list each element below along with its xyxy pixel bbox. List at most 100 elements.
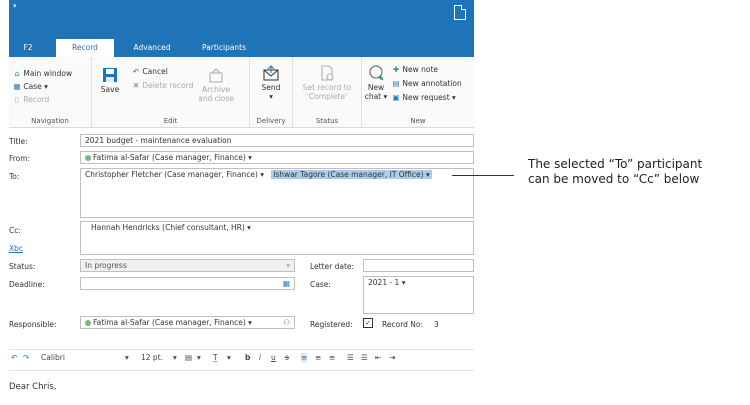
- new-chat-button[interactable]: New chat ▾: [364, 65, 388, 101]
- deadline-label: Deadline:: [9, 280, 45, 289]
- redo-icon[interactable]: ↷: [23, 353, 29, 362]
- font-dropdown-icon[interactable]: ▾: [125, 353, 129, 362]
- send-icon: [263, 65, 279, 81]
- font-size-select[interactable]: 12 pt.: [141, 353, 163, 362]
- new-annotation-button[interactable]: ▤ New annotation: [392, 79, 461, 88]
- title-field[interactable]: 2021 budget - maintenance evaluation: [80, 134, 474, 147]
- edit-group: Save ↶ Cancel ✖ Delete record Archive an…: [92, 57, 250, 127]
- archive-icon: [209, 68, 223, 83]
- numbered-list-icon[interactable]: ☰: [361, 353, 368, 362]
- highlight-icon[interactable]: ▤: [185, 353, 192, 362]
- to-participant[interactable]: Christopher Fletcher (Case manager, Fina…: [85, 170, 258, 179]
- editor-toolbar: ↶ ↷ Calibri ▾ 12 pt. ▾ ▤ ▾ T̲ ▾ b i u s …: [9, 349, 474, 371]
- callout-line: [452, 175, 514, 176]
- to-participant-selected[interactable]: Ishwar Tagore (Case manager, IT Office) …: [271, 170, 432, 179]
- save-icon: [103, 68, 117, 82]
- send-button[interactable]: Send ▾: [256, 65, 286, 101]
- case-field[interactable]: 2021 - 1 ▾: [363, 276, 474, 314]
- color-dropdown-icon[interactable]: ▾: [227, 353, 231, 362]
- title-bar: ▾: [9, 0, 474, 39]
- delivery-group: Send ▾ Delivery: [250, 57, 293, 127]
- ribbon: ⌂ Main window ▦ Case ▾ ▯ Record Navigati…: [9, 57, 474, 128]
- new-group-label: New: [410, 117, 426, 125]
- to-label: To:: [9, 172, 20, 181]
- record-no-value: 3: [434, 320, 439, 329]
- tab-f2[interactable]: F2: [17, 39, 39, 57]
- align-center-icon[interactable]: ≡: [315, 353, 321, 362]
- responsible-field[interactable]: Fatima al-Safar (Case manager, Finance) …: [80, 316, 295, 329]
- tab-record[interactable]: Record: [56, 39, 114, 57]
- title-label: Title:: [9, 137, 28, 146]
- size-dropdown-icon[interactable]: ▾: [173, 353, 177, 362]
- record-icon: ▯: [14, 95, 20, 104]
- strikethrough-icon[interactable]: s: [285, 353, 289, 362]
- ribbon-tabs: F2 Record Advanced Participants: [9, 39, 474, 57]
- navigation-group-label: Navigation: [31, 117, 69, 125]
- from-field[interactable]: Fatima al-Safar (Case manager, Finance) …: [80, 151, 474, 164]
- bold-icon[interactable]: b: [245, 353, 250, 362]
- new-note-button[interactable]: ✚ New note: [392, 65, 438, 74]
- align-left-icon[interactable]: ≡: [301, 353, 308, 362]
- document-check-icon: [321, 65, 334, 81]
- new-group: New chat ▾ ✚ New note ▤ New annotation ▣…: [362, 57, 474, 127]
- status-field[interactable]: In progress ▾: [80, 259, 295, 272]
- quick-access-icon[interactable]: ▾: [13, 2, 17, 10]
- note-icon: ✚: [392, 65, 400, 74]
- outdent-icon[interactable]: ⇤: [375, 353, 381, 362]
- registered-label: Registered:: [310, 320, 353, 329]
- registered-checkbox[interactable]: ✓: [363, 318, 373, 328]
- presence-icon: [85, 155, 91, 161]
- callout-line-1: The selected “To” participant: [528, 157, 703, 171]
- case-icon: ▦: [13, 82, 21, 91]
- save-button[interactable]: Save: [98, 67, 122, 94]
- font-select[interactable]: Calibri: [41, 353, 65, 362]
- set-complete-button[interactable]: Set record to 'Complete': [299, 65, 355, 101]
- indent-icon[interactable]: ⇥: [389, 353, 395, 362]
- main-window-button[interactable]: ⌂ Main window: [13, 69, 73, 78]
- bullet-list-icon[interactable]: ☰: [347, 353, 354, 362]
- delete-record-button[interactable]: ✖ Delete record: [132, 81, 194, 90]
- request-icon: ▣: [392, 93, 400, 102]
- case-label: Case:: [310, 280, 331, 289]
- letter-date-label: Letter date:: [310, 262, 355, 271]
- case-button[interactable]: ▦ Case ▾: [13, 82, 47, 91]
- italic-icon[interactable]: i: [259, 353, 261, 362]
- status-group: Set record to 'Complete' Status: [293, 57, 362, 127]
- checkmark-icon: ✓: [363, 318, 373, 328]
- underline-icon[interactable]: u: [271, 353, 276, 362]
- people-icon[interactable]: ⚇: [283, 318, 290, 327]
- annotation-icon: ▤: [392, 79, 400, 88]
- cc-field[interactable]: Hannah Hendricks (Chief consultant, HR) …: [80, 221, 474, 255]
- delete-icon: ✖: [132, 81, 140, 90]
- record-nav-button[interactable]: ▯ Record: [13, 95, 49, 104]
- new-request-button[interactable]: ▣ New request ▾: [392, 93, 455, 102]
- to-field[interactable]: Christopher Fletcher (Case manager, Fina…: [80, 168, 474, 218]
- record-no-label: Record No:: [382, 320, 424, 329]
- tab-participants[interactable]: Participants: [195, 39, 253, 57]
- status-group-label: Status: [315, 117, 339, 125]
- cc-label: Cc:: [9, 226, 21, 235]
- letter-date-field[interactable]: [363, 259, 474, 272]
- delivery-group-label: Delivery: [256, 117, 286, 125]
- record-window: ▾ F2 Record Advanced Participants ⌂ Main…: [9, 0, 474, 405]
- deadline-field[interactable]: ▦: [80, 277, 295, 290]
- text-color-icon[interactable]: T̲: [213, 353, 218, 362]
- callout-line-2: can be moved to “Cc” below: [528, 172, 700, 186]
- navigation-group: ⌂ Main window ▦ Case ▾ ▯ Record Navigati…: [9, 57, 92, 127]
- undo-icon[interactable]: ↶: [11, 353, 17, 362]
- highlight-dropdown-icon[interactable]: ▾: [197, 353, 201, 362]
- home-icon: ⌂: [14, 69, 20, 78]
- status-label: Status:: [9, 262, 36, 271]
- tab-advanced[interactable]: Advanced: [127, 39, 177, 57]
- callout-text: The selected “To” participant can be mov…: [528, 157, 702, 187]
- dropdown-icon: ▾: [286, 261, 290, 270]
- xbc-link[interactable]: Xbc: [9, 244, 23, 253]
- align-right-icon[interactable]: ≡: [329, 353, 335, 362]
- responsible-label: Responsible:: [9, 320, 57, 329]
- presence-icon: [85, 320, 91, 326]
- undo-icon: ↶: [132, 67, 140, 76]
- archive-close-button[interactable]: Archive and close: [196, 67, 236, 103]
- cancel-button[interactable]: ↶ Cancel: [132, 67, 168, 76]
- editor-body[interactable]: Dear Chris,: [9, 382, 57, 392]
- calendar-icon[interactable]: ▦: [283, 279, 290, 288]
